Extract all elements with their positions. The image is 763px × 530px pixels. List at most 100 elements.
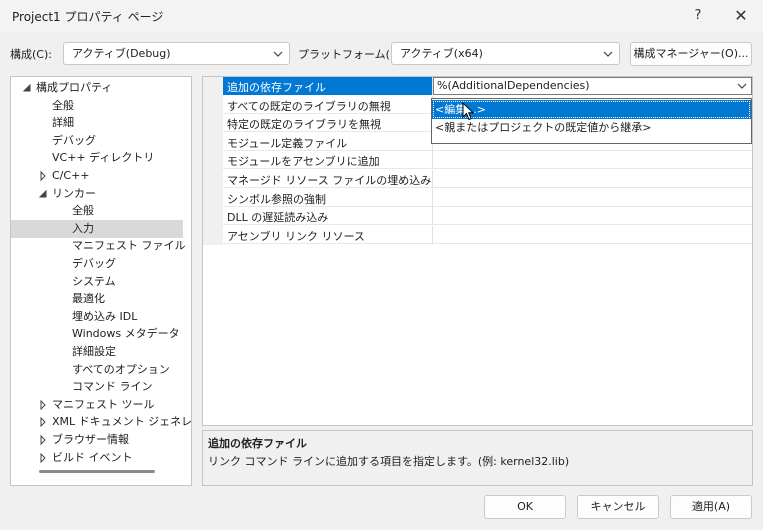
close-button[interactable]: ✕ — [727, 4, 755, 28]
column-divider — [432, 225, 433, 244]
tree-expanded-icon[interactable] — [38, 189, 48, 199]
chevron-down-icon — [603, 51, 613, 57]
property-value: %(AdditionalDependencies) — [437, 79, 590, 92]
tree-item[interactable]: 構成プロパティ — [11, 79, 183, 97]
window-title: Project1 プロパティ ページ — [12, 10, 164, 24]
property-row[interactable]: シンボル参照の強制 — [223, 188, 752, 207]
property-name: 特定の既定のライブラリを無視 — [227, 118, 381, 132]
tree-collapsed-icon[interactable] — [38, 399, 48, 410]
column-divider — [432, 170, 433, 188]
description-title: 追加の依存ファイル — [208, 437, 307, 450]
property-name: DLL の遅延読み込み — [227, 211, 329, 225]
tree-item-label: VC++ ディレクトリ — [52, 151, 155, 165]
help-button[interactable]: ? — [684, 4, 712, 28]
config-manager-button[interactable]: 構成マネージャー(O)... — [630, 42, 752, 66]
ok-button[interactable]: OK — [484, 495, 566, 519]
property-value-combo[interactable]: %(AdditionalDependencies) — [433, 77, 752, 95]
tree-item-label: Windows メタデータ — [72, 327, 180, 341]
platform-value: アクティブ(x64) — [400, 47, 483, 60]
property-name: シンボル参照の強制 — [227, 192, 326, 206]
tree-vertical-scrollbar[interactable] — [191, 93, 192, 383]
config-label: 構成(C): — [10, 48, 52, 61]
tree-item[interactable]: マニフェスト ツール — [11, 396, 183, 414]
tree-horizontal-scrollbar[interactable] — [39, 470, 155, 473]
column-divider — [432, 188, 433, 207]
property-name: 追加の依存ファイル — [227, 81, 326, 94]
tree-item[interactable]: XML ドキュメント ジェネレー — [11, 413, 191, 431]
tree-item-label: ビルド イベント — [52, 450, 133, 464]
title-bar: Project1 プロパティ ページ ? ✕ — [0, 0, 763, 32]
tree-item[interactable]: Windows メタデータ — [11, 325, 183, 343]
chevron-down-icon[interactable] — [737, 81, 747, 91]
column-divider — [432, 207, 433, 226]
tree-item[interactable]: 詳細設定 — [11, 343, 183, 361]
description-text: リンク コマンド ラインに追加する項目を指定します。(例: kernel32.l… — [208, 455, 570, 468]
property-row[interactable]: マネージド リソース ファイルの埋め込み — [223, 170, 752, 188]
tree-item-label: C/C++ — [52, 169, 90, 182]
tree-item-label: デバッグ — [72, 257, 116, 270]
category-tree[interactable]: 構成プロパティ 全般 詳細 デバッグ VC++ ディレクトリ C/C++ リンカー 全般 入力マ… — [10, 76, 192, 486]
property-row[interactable]: モジュールをアセンブリに追加 — [223, 151, 752, 170]
tree-collapsed-icon[interactable] — [38, 171, 48, 181]
tree-item-label: 詳細設定 — [72, 345, 116, 358]
tree-item-label: デバッグ — [52, 133, 96, 147]
tree-item-label: システム — [72, 274, 116, 288]
property-row[interactable]: アセンブリ リンク リソース — [223, 225, 752, 244]
property-row[interactable]: DLL の遅延読み込み — [223, 207, 752, 226]
tree-item[interactable]: 入力 — [11, 219, 183, 238]
property-row[interactable]: 追加の依存ファイル %(AdditionalDependencies) — [223, 77, 752, 95]
tree-item-label: マニフェスト ツール — [52, 397, 155, 411]
platform-combo[interactable]: アクティブ(x64) — [391, 42, 620, 65]
tree-item-label: XML ドキュメント ジェネレー — [52, 415, 192, 429]
tree-item[interactable]: VC++ ディレクトリ — [11, 149, 183, 167]
dependency-dropdown-list: <編集...> <親またはプロジェクトの既定値から継承> — [431, 98, 752, 144]
tree-item-label: 全般 — [72, 204, 94, 218]
config-combo[interactable]: アクティブ(Debug) — [63, 42, 290, 65]
grid-gutter — [203, 77, 223, 245]
property-name: モジュール定義ファイル — [227, 136, 348, 150]
tree-item-label: 構成プロパティ — [36, 81, 113, 94]
tree-item[interactable]: マニフェスト ファイル — [11, 237, 186, 255]
tree-item[interactable]: ビルド イベント — [11, 449, 183, 467]
apply-button[interactable]: 適用(A) — [670, 495, 752, 519]
tree-collapsed-icon[interactable] — [38, 452, 48, 463]
tree-item-label: 入力 — [72, 221, 94, 235]
tree-item-label: コマンド ライン — [72, 380, 153, 394]
tree-item[interactable]: 埋め込み IDL — [11, 308, 183, 326]
chevron-down-icon — [273, 51, 283, 57]
tree-item[interactable]: ブラウザー情報 — [11, 431, 183, 449]
tree-item-label: マニフェスト ファイル — [72, 239, 186, 253]
tree-item[interactable]: C/C++ — [11, 167, 183, 185]
description-panel: 追加の依存ファイル リンク コマンド ラインに追加する項目を指定します。(例: … — [202, 430, 753, 486]
tree-item-label: 最適化 — [72, 292, 105, 306]
tree-item[interactable]: コマンド ライン — [11, 378, 183, 396]
tree-expanded-icon[interactable] — [22, 83, 32, 93]
tree-item-label: 全般 — [52, 98, 74, 112]
tree-item-label: ブラウザー情報 — [52, 433, 129, 446]
tree-item[interactable]: 全般 — [11, 202, 183, 220]
property-name: マネージド リソース ファイルの埋め込み — [227, 174, 432, 187]
dropdown-option-inherit[interactable]: <親またはプロジェクトの既定値から継承> — [432, 118, 751, 137]
property-name: すべての既定のライブラリの無視 — [227, 99, 391, 113]
tree-item[interactable]: 全般 — [11, 97, 183, 115]
tree-item-label: 詳細 — [52, 116, 74, 130]
tree-item[interactable]: システム — [11, 273, 183, 291]
tree-collapsed-icon[interactable] — [38, 417, 48, 428]
tree-item[interactable]: デバッグ — [11, 132, 183, 150]
mouse-cursor-icon — [462, 102, 474, 121]
property-name: モジュールをアセンブリに追加 — [227, 155, 380, 169]
tree-item-label: すべてのオプション — [72, 362, 170, 376]
dropdown-option-edit[interactable]: <編集...> — [432, 100, 751, 119]
tree-item[interactable]: すべてのオプション — [11, 361, 183, 379]
property-name: アセンブリ リンク リソース — [227, 229, 365, 243]
tree-item[interactable]: 最適化 — [11, 290, 183, 308]
cancel-button[interactable]: キャンセル — [577, 495, 659, 519]
tree-item[interactable]: 詳細 — [11, 114, 183, 132]
tree-item-label: リンカー — [52, 186, 96, 200]
tree-item[interactable]: リンカー — [11, 185, 183, 203]
tree-item[interactable]: デバッグ — [11, 255, 183, 273]
tree-collapsed-icon[interactable] — [38, 435, 48, 445]
column-divider — [432, 151, 433, 170]
tree-item-label: 埋め込み IDL — [72, 309, 138, 323]
platform-label: プラットフォーム(P): — [298, 48, 405, 61]
